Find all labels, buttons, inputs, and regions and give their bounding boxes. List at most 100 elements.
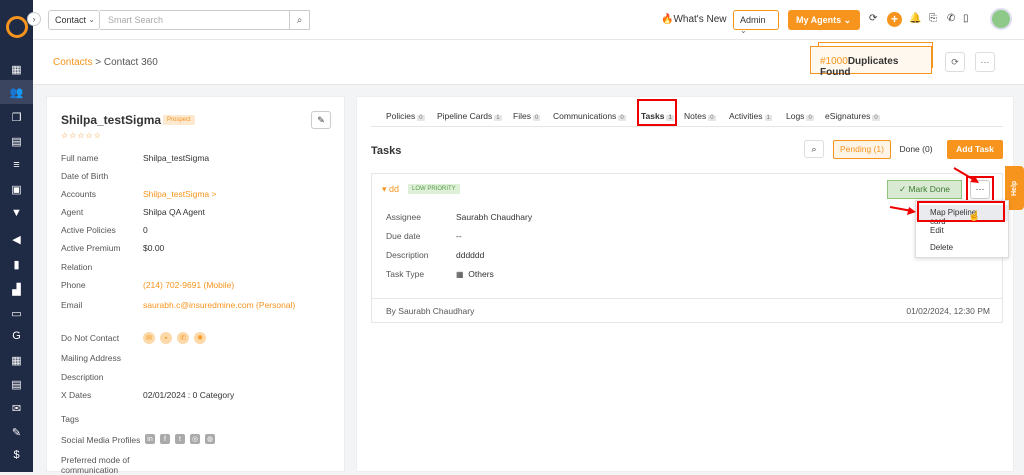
phone-link[interactable]: (214) 702-9691 (Mobile)	[143, 280, 234, 290]
tab-logs[interactable]: Logs 0	[786, 111, 814, 121]
folder-icon[interactable]: ▭	[8, 306, 25, 320]
admin-select[interactable]: Admin ⌄	[733, 10, 779, 35]
phone-icon[interactable]: ✆	[947, 13, 955, 24]
search-scope-label: Contact	[55, 15, 87, 25]
whats-new-link[interactable]: 🔥What's New	[661, 14, 727, 25]
field-label: Full name	[61, 153, 99, 163]
linkedin-icon[interactable]: in	[145, 434, 155, 444]
breadcrumb-separator: >	[95, 57, 102, 68]
field-value: 0	[143, 225, 148, 235]
dollar-icon[interactable]: $	[8, 448, 25, 462]
tab-pipeline-cards[interactable]: Pipeline Cards 1	[437, 111, 502, 121]
copy-icon[interactable]: ❐	[8, 110, 25, 124]
whats-new-label: What's New	[673, 14, 727, 25]
accounts-icon[interactable]: ▤	[8, 134, 25, 148]
field-label: Phone	[61, 280, 86, 290]
tasks-title: Tasks	[371, 145, 402, 157]
chat-icon[interactable]: ▪	[160, 332, 172, 344]
tab-policies[interactable]: Policies 0	[386, 111, 425, 121]
analytics-icon[interactable]: ▟	[8, 282, 25, 296]
notifications-icon[interactable]: 🔔	[909, 13, 921, 24]
task-field-value: dddddd	[456, 250, 485, 260]
google-icon[interactable]: G	[8, 329, 25, 343]
phone-icon[interactable]: ✆	[177, 332, 189, 344]
more-options-icon[interactable]: ···	[975, 52, 995, 72]
globe-icon[interactable]: ◍	[205, 434, 215, 444]
contact-name: Shilpa_testSigma	[61, 113, 162, 127]
task-title[interactable]: ▾ dd	[382, 184, 399, 195]
sun-icon[interactable]: ✺	[194, 332, 206, 344]
dashboard-icon[interactable]: ▦	[8, 62, 25, 76]
logout-icon[interactable]: ⎘	[929, 13, 937, 24]
field-label: Description	[61, 372, 104, 382]
tab-label: Files	[513, 111, 531, 121]
field-label: Preferred mode of	[61, 455, 130, 465]
task-field-value: ▦ Others	[456, 269, 494, 279]
search-scope-select[interactable]: Contact ⌄	[48, 10, 100, 30]
calculator-icon[interactable]: ▦	[8, 353, 25, 367]
refresh-icon[interactable]: ⟳	[869, 13, 877, 24]
mail-icon[interactable]: ✉	[143, 332, 155, 344]
task-field-label: Assignee	[386, 212, 421, 222]
facebook-icon[interactable]: f	[160, 434, 170, 444]
tab-label: Communications	[553, 111, 617, 121]
tab-bar: Policies 0 Pipeline Cards 1 Files 0 Communi…	[371, 105, 1003, 127]
field-label: Tags	[61, 414, 79, 424]
field-value: 02/01/2024 : 0 Category	[143, 390, 235, 400]
done-filter-button[interactable]: Done (0)	[895, 140, 937, 159]
field-label: Social Media Profiles	[61, 435, 141, 445]
add-task-button[interactable]: Add Task	[947, 140, 1003, 159]
tab-count: 0	[806, 115, 814, 121]
top-bar: Contact ⌄ Smart Search ⌕ 🔥What's New Adm…	[33, 0, 1024, 40]
megaphone-icon[interactable]: ◀	[8, 232, 25, 246]
breadcrumb-contacts-link[interactable]: Contacts	[53, 57, 92, 68]
twitter-icon[interactable]: t	[175, 434, 185, 444]
smart-search-input[interactable]: Smart Search	[100, 10, 290, 30]
tab-label: Activities	[729, 111, 763, 121]
refresh-icon[interactable]: ⟳	[945, 52, 965, 72]
document-icon[interactable]: ▮	[8, 257, 25, 271]
mark-done-label: Mark Done	[908, 184, 951, 194]
tab-esignatures[interactable]: eSignatures 0	[825, 111, 880, 121]
status-badge: Prospect	[163, 115, 195, 125]
duplicates-found-button[interactable]: #1000Duplicates Found	[810, 46, 932, 78]
menu-item-edit[interactable]: Edit	[916, 223, 1008, 239]
tab-files[interactable]: Files 0	[513, 111, 541, 121]
contacts-icon[interactable]: 👥	[0, 80, 33, 104]
field-label: communication	[61, 465, 119, 475]
admin-label: Admin	[740, 15, 766, 25]
mobile-icon[interactable]: ▯	[963, 13, 969, 24]
grid-icon: ▦	[456, 270, 464, 279]
app-logo[interactable]	[6, 16, 28, 38]
tab-label: Logs	[786, 111, 805, 121]
rating-stars[interactable]: ☆☆☆☆☆	[61, 131, 102, 140]
tab-notes[interactable]: Notes 0	[684, 111, 716, 121]
tab-communications[interactable]: Communications 0	[553, 111, 626, 121]
instagram-icon[interactable]: ◎	[190, 434, 200, 444]
list-icon[interactable]: ≡	[8, 158, 25, 172]
accounts-link[interactable]: Shilpa_testSigma >	[143, 189, 216, 199]
search-icon[interactable]: ⌕	[289, 10, 310, 30]
chevron-down-icon: ⌄	[88, 15, 95, 24]
plus-icon[interactable]: +	[887, 12, 902, 27]
email-link[interactable]: saurabh.c@insuredmine.com (Personal)	[143, 300, 295, 310]
search-icon[interactable]: ⌕	[804, 140, 824, 158]
pending-filter-button[interactable]: Pending (1)	[833, 140, 891, 159]
contact-card-icon[interactable]: ▣	[8, 182, 25, 196]
tab-count: 0	[618, 115, 626, 121]
mail-icon[interactable]: ✉	[8, 401, 25, 415]
tab-count: 0	[532, 115, 541, 121]
sidebar-toggle-icon[interactable]: ›	[27, 12, 41, 26]
user-avatar[interactable]	[990, 8, 1012, 30]
tab-count: 0	[417, 115, 425, 121]
edit-icon[interactable]: ✎	[311, 111, 331, 129]
tab-activities[interactable]: Activities 1	[729, 111, 772, 121]
field-label: Active Premium	[61, 243, 121, 253]
menu-item-delete[interactable]: Delete	[916, 240, 1008, 256]
my-agents-button[interactable]: My Agents ⌄	[788, 10, 860, 30]
mark-done-button[interactable]: ✓ Mark Done	[887, 180, 962, 199]
my-agents-label: My Agents	[796, 15, 842, 25]
calendar-icon[interactable]: ▤	[8, 377, 25, 391]
filter-icon[interactable]: ▼	[8, 206, 25, 220]
signature-icon[interactable]: ✎	[8, 425, 25, 439]
